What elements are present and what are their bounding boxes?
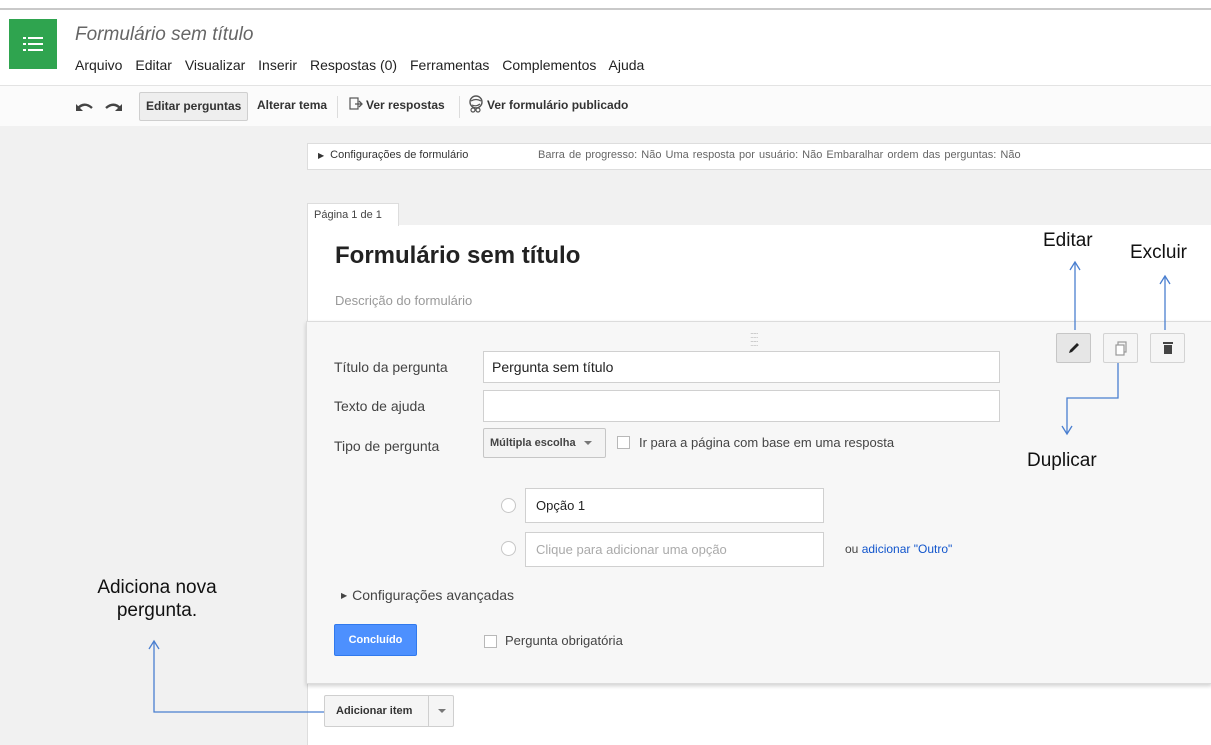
form-title[interactable]: Formulário sem título (335, 242, 580, 270)
view-responses-label: Ver respostas (366, 98, 445, 112)
required-label: Pergunta obrigatória (505, 633, 623, 648)
top-border (0, 8, 1211, 10)
go-to-page-checkbox[interactable] (617, 436, 630, 449)
pencil-icon (1068, 343, 1079, 353)
question-title-input[interactable]: Pergunta sem título (483, 351, 1000, 383)
form-settings-bar[interactable]: ▶ Configurações de formulário Barra de pr… (307, 143, 1211, 170)
annotation-add-new-line1: Adiciona nova (97, 577, 217, 598)
done-button[interactable]: Concluído (334, 624, 417, 656)
option1-input[interactable]: Opção 1 (525, 488, 824, 523)
add-other-link[interactable]: adicionar "Outro" (862, 542, 953, 556)
globe-link-icon (469, 95, 483, 113)
help-text-input[interactable] (483, 390, 1000, 422)
question-type-value: Múltipla escolha (490, 437, 576, 449)
menu-respostas[interactable]: Respostas (0) (310, 57, 397, 73)
advanced-settings-toggle[interactable]: ▶ Configurações avançadas (341, 587, 514, 603)
change-theme-button[interactable]: Alterar tema (257, 92, 327, 119)
or-text: ou (845, 542, 859, 556)
toolbar: Editar perguntas Alterar tema Ver respos… (0, 85, 1211, 127)
question-type-select[interactable]: Múltipla escolha (483, 428, 606, 458)
view-published-label: Ver formulário publicado (487, 98, 629, 112)
trash-icon (1162, 342, 1173, 354)
add-other-line: ou adicionar "Outro" (845, 542, 952, 556)
go-to-page-label: Ir para a página com base em uma respost… (639, 435, 895, 450)
undo-icon[interactable] (76, 103, 93, 111)
add-option-radio (501, 541, 516, 556)
required-checkbox[interactable] (484, 635, 497, 648)
form-settings-toggle[interactable]: ▶ Configurações de formulário (318, 149, 468, 161)
help-text-label: Texto de ajuda (334, 398, 426, 414)
form-settings-summary: Barra de progresso: Não Uma resposta por… (538, 149, 1021, 161)
list-icon (23, 37, 43, 51)
menu-bar: Arquivo Editar Visualizar Inserir Respos… (75, 57, 653, 73)
menu-ajuda[interactable]: Ajuda (609, 57, 645, 73)
question-title-label: Título da pergunta (334, 359, 448, 375)
add-item-divider (428, 696, 429, 726)
menu-inserir[interactable]: Inserir (258, 57, 297, 73)
undo-redo-icons (76, 103, 122, 111)
expand-triangle-icon: ▶ (341, 591, 348, 600)
menu-arquivo[interactable]: Arquivo (75, 57, 122, 73)
view-responses-button[interactable]: Ver respostas (349, 92, 445, 119)
duplicate-icon (1114, 340, 1127, 356)
edit-question-button[interactable] (1056, 333, 1091, 363)
add-item-label: Adicionar item (336, 705, 413, 717)
advanced-settings-label: Configurações avançadas (352, 587, 515, 603)
annotation-edit: Editar (1043, 230, 1093, 251)
annotation-delete: Excluir (1130, 242, 1188, 263)
add-option-input[interactable]: Clique para adicionar uma opção (525, 532, 824, 567)
option1-radio (501, 498, 516, 513)
form-settings-label: Configurações de formulário (330, 149, 469, 161)
chevron-down-icon[interactable] (438, 709, 446, 713)
annotation-add-new-line2: pergunta. (116, 600, 198, 621)
form-description[interactable]: Descrição do formulário (335, 293, 472, 308)
menu-editar[interactable]: Editar (135, 57, 172, 73)
drag-handle[interactable]: :::::::::: (750, 331, 770, 348)
export-icon (349, 97, 363, 110)
menu-visualizar[interactable]: Visualizar (185, 57, 245, 73)
question-type-label: Tipo de pergunta (334, 438, 440, 454)
menu-complementos[interactable]: Complementos (502, 57, 596, 73)
delete-question-button[interactable] (1150, 333, 1185, 363)
document-title[interactable]: Formulário sem título (75, 24, 253, 46)
edit-questions-button[interactable]: Editar perguntas (139, 92, 249, 121)
toolbar-divider (459, 96, 460, 118)
view-published-form-button[interactable]: Ver formulário publicado (468, 92, 628, 119)
add-item-button[interactable]: Adicionar item (324, 695, 454, 727)
annotation-duplicate: Duplicar (1027, 450, 1097, 471)
chevron-down-icon (583, 441, 592, 445)
redo-icon[interactable] (105, 103, 122, 111)
expand-triangle-icon: ▶ (318, 151, 325, 160)
annotation-add-new: Adiciona nova pergunta. (82, 576, 232, 622)
page-tab: Página 1 de 1 (307, 203, 399, 226)
question-editor: :::::::::: Título da pergunta Pergunta s… (306, 321, 1211, 684)
toolbar-divider (337, 96, 338, 118)
menu-ferramentas[interactable]: Ferramentas (410, 57, 489, 73)
duplicate-question-button[interactable] (1103, 333, 1138, 363)
forms-app-icon[interactable] (9, 19, 57, 69)
